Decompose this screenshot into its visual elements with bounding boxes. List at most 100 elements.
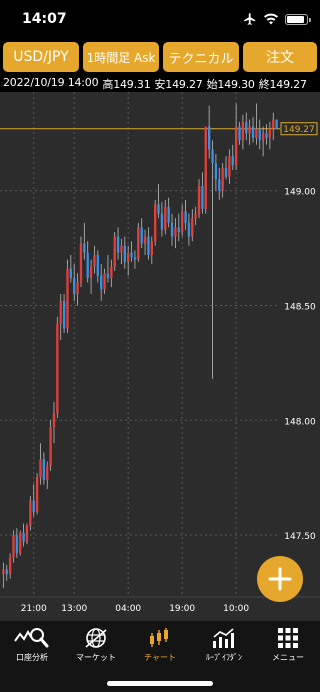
candle-body	[177, 227, 180, 233]
technical-button[interactable]: テクニカル	[163, 42, 239, 72]
y-tick-label: 148.00	[284, 417, 316, 427]
status-bar: 14:07	[0, 0, 320, 38]
candle-body	[133, 257, 137, 260]
market-globe-icon	[85, 628, 107, 648]
candle-body	[113, 236, 116, 267]
tab-loop-ifdone[interactable]: ﾙｰﾌﾟｲﾌﾀﾞﾝ	[192, 621, 256, 671]
candle-body	[211, 149, 214, 164]
tab-label-chart: チャート	[144, 653, 176, 662]
ohlc-datetime: 2022/10/19 14:00	[3, 76, 99, 89]
y-tick-label: 148.50	[284, 302, 316, 312]
candle-body	[69, 268, 73, 278]
candle-body	[35, 477, 39, 513]
candle-body	[245, 121, 248, 134]
candle-body	[15, 535, 19, 554]
candle-body	[8, 557, 12, 575]
candle-body	[66, 268, 69, 329]
chart-area[interactable]: 149.00 148.50 148.00 147.50 21:00 13:00 04:00 1…	[0, 92, 320, 620]
candle-body	[265, 133, 268, 138]
candle-body	[2, 569, 5, 575]
candle-body	[160, 213, 164, 230]
candle-body	[170, 222, 174, 237]
candle-body	[93, 254, 96, 267]
candle-body	[268, 128, 272, 138]
tab-account-analysis[interactable]: 口座分析	[0, 621, 64, 671]
candle-body	[46, 466, 49, 480]
candle-body	[42, 459, 46, 480]
symbol-button[interactable]: USD/JPY	[3, 42, 79, 72]
x-tick-label: 10:00	[223, 604, 249, 614]
candle-body	[83, 243, 86, 253]
candle-body	[19, 532, 22, 554]
candle-body	[154, 204, 157, 242]
candle-body	[255, 128, 258, 138]
candle-body	[73, 277, 76, 294]
plus-icon	[268, 567, 292, 591]
candle-body	[191, 218, 194, 237]
x-tick-label: 04:00	[115, 604, 141, 614]
candle-body	[25, 525, 29, 542]
candle-body	[116, 236, 120, 253]
candle-body	[221, 167, 224, 191]
ohlc-close: 終149.27	[258, 78, 307, 91]
candle-body	[12, 535, 15, 558]
candle-body	[120, 245, 123, 253]
y-tick-label: 149.00	[284, 188, 316, 198]
tab-chart[interactable]: チャート	[128, 621, 192, 671]
status-icons	[243, 12, 311, 26]
candle-body	[261, 133, 265, 141]
candlestick-chart[interactable]: 149.00 148.50 148.00 147.50 21:00 13:00 04:00 1…	[0, 92, 320, 620]
x-tick-label: 13:00	[61, 604, 87, 614]
candle-body	[127, 252, 130, 262]
candle-body	[103, 273, 106, 290]
candle-body	[214, 163, 218, 180]
candle-body	[32, 500, 35, 513]
candle-body	[140, 227, 143, 244]
candle-body	[241, 121, 245, 141]
tab-label-menu: メニュー	[272, 653, 304, 662]
candle-body	[52, 413, 56, 428]
candle-body	[49, 427, 52, 467]
candle-body	[164, 206, 167, 230]
battery-icon	[285, 13, 311, 25]
home-indicator	[107, 681, 213, 686]
candle-body	[56, 323, 59, 414]
tab-bar: 口座分析 マーケット チャート ﾙｰﾌﾟｲﾌﾀﾞﾝ メニュー	[0, 620, 320, 692]
candle-body	[224, 167, 228, 177]
current-price-label: 149.27	[283, 125, 315, 135]
candle-body	[207, 126, 211, 150]
y-tick-label: 147.50	[284, 532, 316, 542]
candle-body	[204, 126, 207, 210]
tab-label-account-analysis: 口座分析	[16, 653, 48, 662]
wifi-icon	[264, 13, 278, 25]
account-analysis-icon	[14, 628, 49, 648]
candle-body	[167, 206, 170, 223]
candle-body	[100, 275, 103, 290]
order-button[interactable]: 注文	[243, 42, 317, 72]
candle-body	[143, 236, 147, 244]
candle-body	[157, 204, 160, 214]
tab-menu[interactable]: メニュー	[256, 621, 320, 671]
candle-body	[59, 300, 62, 324]
candle-body	[248, 126, 251, 134]
candle-body	[187, 222, 191, 237]
ohlc-open: 始149.30	[206, 78, 255, 91]
ohlc-high: 高149.31	[102, 78, 151, 91]
candle-body	[272, 119, 275, 129]
candle-body	[184, 211, 187, 223]
candle-body	[62, 300, 66, 329]
candle-body	[79, 243, 83, 283]
period-button[interactable]: 1時間足 Ask	[83, 42, 159, 72]
candle-body	[76, 282, 79, 294]
x-tick-label: 21:00	[21, 604, 47, 614]
tab-market[interactable]: マーケット	[64, 621, 128, 671]
x-tick-label: 19:00	[169, 604, 195, 614]
candle-body	[238, 126, 241, 141]
loop-ifdone-icon	[213, 628, 234, 648]
candle-body	[39, 459, 42, 478]
candle-body	[174, 227, 177, 237]
candle-body	[123, 245, 126, 262]
candle-body	[258, 128, 261, 141]
add-button[interactable]	[257, 556, 303, 602]
candle-body	[234, 126, 238, 166]
